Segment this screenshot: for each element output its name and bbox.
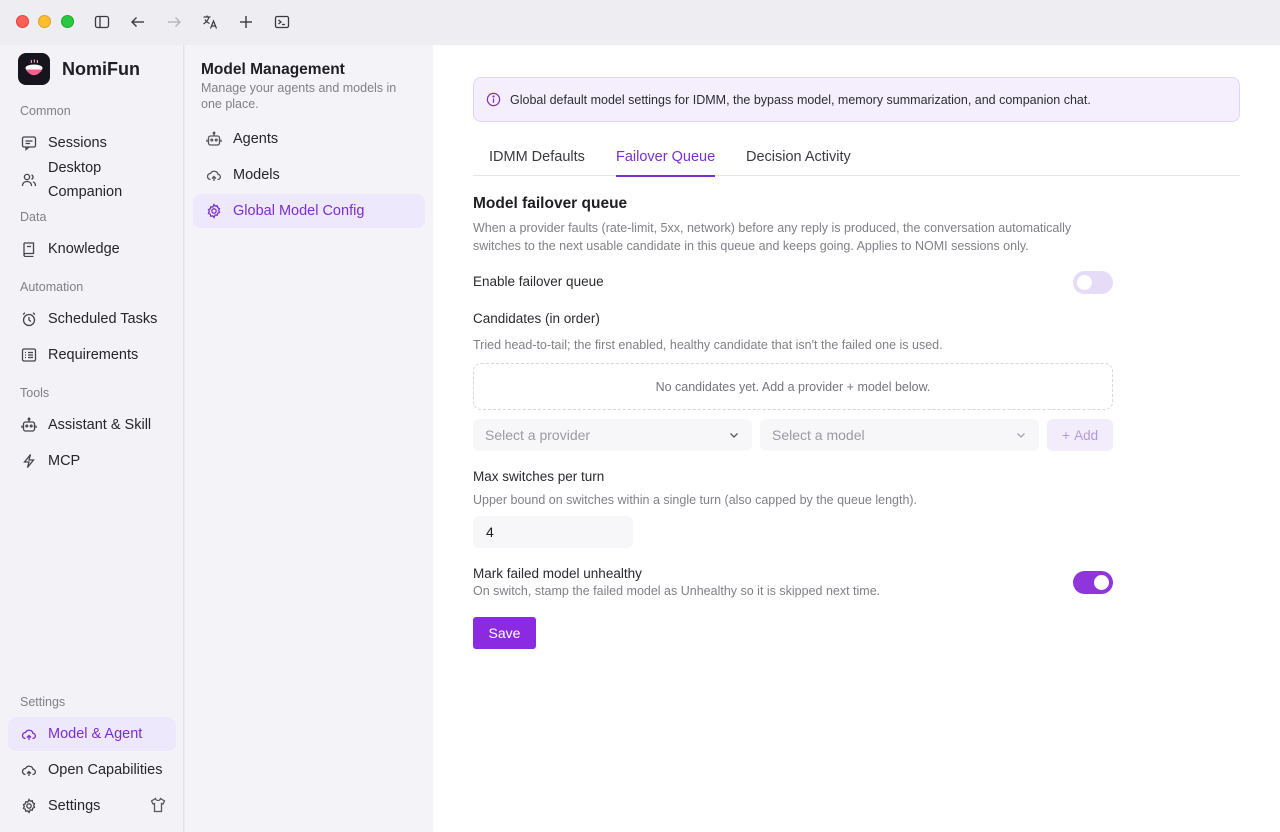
provider-select[interactable]: Select a provider xyxy=(473,419,752,451)
candidates-empty-state: No candidates yet. Add a provider + mode… xyxy=(473,363,1113,410)
panel-item-models[interactable]: Models xyxy=(193,158,425,192)
mark-unhealthy-toggle[interactable] xyxy=(1073,571,1113,594)
max-switches-help: Upper bound on switches within a single … xyxy=(473,493,918,507)
sidebar-item-desktop-companion[interactable]: Desktop Companion xyxy=(8,156,176,204)
book-icon xyxy=(20,240,38,258)
gear-icon xyxy=(205,202,223,220)
tab-decision-activity[interactable]: Decision Activity xyxy=(746,149,851,175)
alarm-icon xyxy=(20,310,38,328)
model-management-panel: Model Management Manage your agents and … xyxy=(185,45,433,832)
app-logo-icon xyxy=(18,53,50,85)
chevron-down-icon xyxy=(1015,429,1027,441)
panel-item-global-model-config[interactable]: Global Model Config xyxy=(193,194,425,228)
info-icon xyxy=(486,92,502,108)
unhealthy-label: Mark failed model unhealthy xyxy=(473,566,642,581)
chevron-down-icon xyxy=(728,429,740,441)
candidates-label: Candidates (in order) xyxy=(473,311,600,326)
list-icon xyxy=(20,346,38,364)
panel-subtitle: Manage your agents and models in one pla… xyxy=(201,81,397,111)
model-select[interactable]: Select a model xyxy=(760,419,1039,451)
lightning-icon xyxy=(20,452,38,470)
cloud-icon xyxy=(20,725,38,743)
section-label-data: Data xyxy=(20,210,47,224)
sidebar-item-model-agent[interactable]: Model & Agent xyxy=(8,717,176,751)
theme-shirt-icon[interactable] xyxy=(150,797,168,815)
translate-icon[interactable] xyxy=(199,11,221,33)
sidebar-item-requirements[interactable]: Requirements xyxy=(8,338,176,372)
sidebar-item-settings[interactable]: Settings xyxy=(8,789,176,823)
title-bar xyxy=(0,0,1280,45)
panel-item-agents[interactable]: Agents xyxy=(193,122,425,156)
terminal-icon[interactable] xyxy=(271,11,293,33)
tab-failover-queue[interactable]: Failover Queue xyxy=(616,149,716,177)
sidebar-item-scheduled-tasks[interactable]: Scheduled Tasks xyxy=(8,302,176,336)
candidates-help: Tried head-to-tail; the first enabled, h… xyxy=(473,338,943,352)
section-description: When a provider faults (rate-limit, 5xx,… xyxy=(473,221,1072,253)
section-label-tools: Tools xyxy=(20,386,50,400)
cloud-icon xyxy=(20,761,38,779)
main-content: Global default model settings for IDMM, … xyxy=(433,45,1280,832)
add-candidate-button[interactable]: + Add xyxy=(1047,419,1113,451)
sidebar-item-mcp[interactable]: MCP xyxy=(8,444,176,478)
enable-failover-toggle[interactable] xyxy=(1073,271,1113,294)
forward-arrow-icon[interactable] xyxy=(163,11,185,33)
app-name: NomiFun xyxy=(62,58,140,79)
sidebar-item-sessions[interactable]: Sessions xyxy=(8,126,176,160)
minimize-window-button[interactable] xyxy=(38,15,51,28)
info-banner: Global default model settings for IDMM, … xyxy=(473,77,1240,122)
tab-bar: IDMM Defaults Failover Queue Decision Ac… xyxy=(473,143,1240,177)
section-label-automation: Automation xyxy=(20,280,84,294)
enable-failover-label: Enable failover queue xyxy=(473,274,604,289)
info-banner-text: Global default model settings for IDMM, … xyxy=(510,92,1091,107)
cloud-icon xyxy=(205,166,223,184)
section-title: Model failover queue xyxy=(473,195,628,212)
panel-title: Model Management xyxy=(201,61,345,78)
section-label-common: Common xyxy=(20,104,71,118)
tab-idmm-defaults[interactable]: IDMM Defaults xyxy=(489,149,585,175)
unhealthy-help: On switch, stamp the failed model as Unh… xyxy=(473,584,881,598)
back-arrow-icon[interactable] xyxy=(127,11,149,33)
close-window-button[interactable] xyxy=(16,15,29,28)
zoom-window-button[interactable] xyxy=(61,15,74,28)
max-switches-input[interactable]: 4 xyxy=(473,516,633,548)
new-tab-plus-icon[interactable] xyxy=(235,11,257,33)
max-switches-label: Max switches per turn xyxy=(473,469,605,484)
sidebar-item-open-capabilities[interactable]: Open Capabilities xyxy=(8,753,176,787)
brand: NomiFun xyxy=(18,53,140,85)
gear-icon xyxy=(20,797,38,815)
sidebar: NomiFun Common Sessions Desktop Companio… xyxy=(0,45,184,832)
plus-icon: + xyxy=(1061,427,1071,443)
section-label-settings: Settings xyxy=(20,695,66,709)
sidebar-toggle-icon[interactable] xyxy=(91,11,113,33)
users-icon xyxy=(20,171,38,189)
sidebar-item-assistant-skill[interactable]: Assistant & Skill xyxy=(8,408,176,442)
robot-icon xyxy=(20,416,38,434)
chat-icon xyxy=(20,134,38,152)
save-button[interactable]: Save xyxy=(473,617,536,649)
robot-icon xyxy=(205,130,223,148)
sidebar-item-knowledge[interactable]: Knowledge xyxy=(8,232,176,266)
